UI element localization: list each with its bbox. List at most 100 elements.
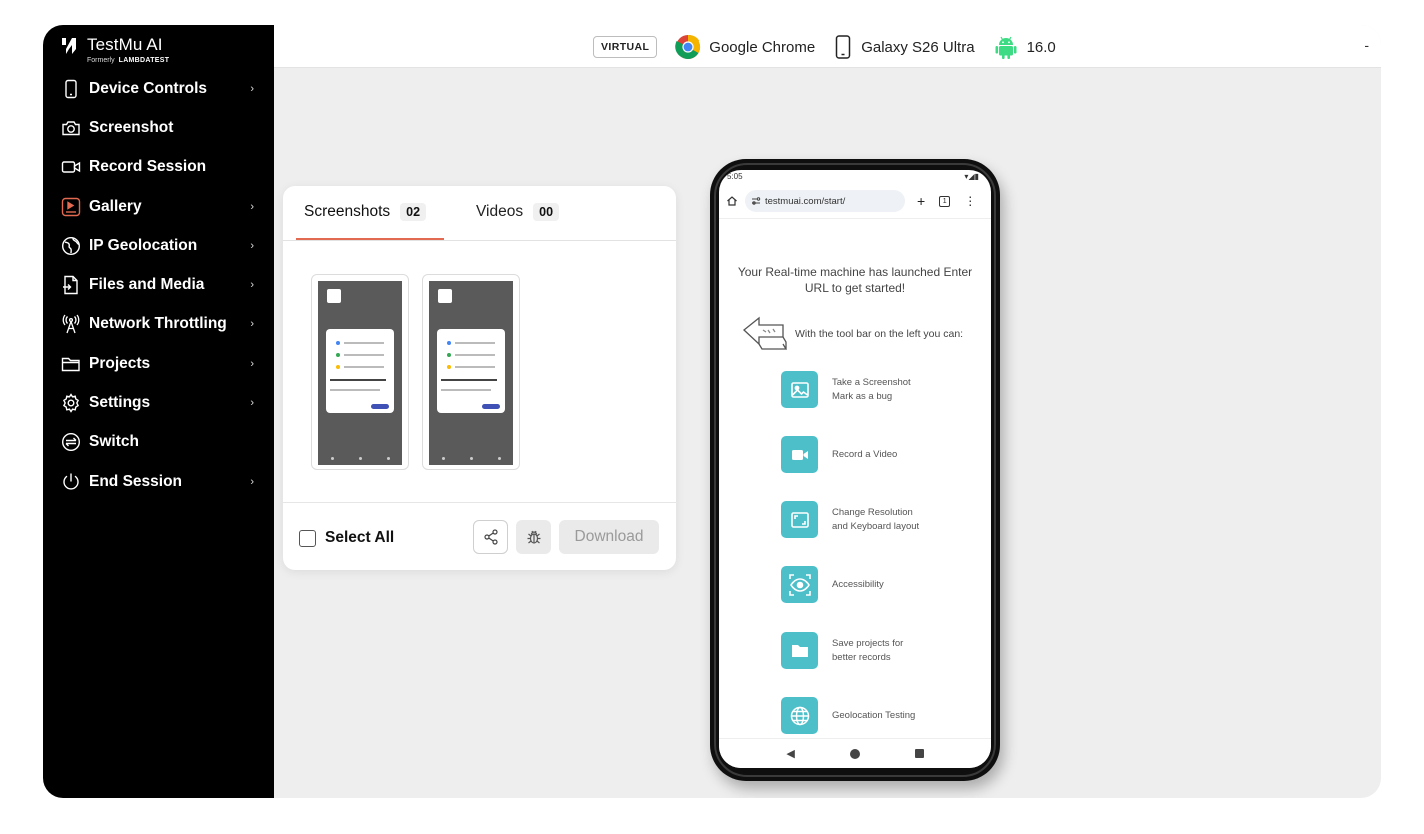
- feature-line: Take a Screenshot: [832, 376, 911, 388]
- top-bar: VIRTUAL Google Chrome Galaxy S26 Ultra 1…: [274, 25, 1381, 68]
- sidebar-item-label: Device Controls: [89, 79, 208, 97]
- sidebar-item-projects[interactable]: Projects ›: [43, 344, 274, 383]
- gallery-panel: Screenshots 02 Videos 00 Select All Down…: [283, 186, 676, 570]
- feature-line: Record a Video: [832, 448, 898, 460]
- status-time: 5:05: [727, 172, 743, 181]
- eye-icon: [781, 566, 818, 603]
- tab-label: Videos: [476, 203, 524, 220]
- sidebar-item-device-controls[interactable]: Device Controls ›: [43, 69, 274, 108]
- active-tab-indicator: [296, 238, 444, 240]
- url-text: testmuai.com/start/: [765, 195, 846, 207]
- formerly-brand: LAMBDATEST: [118, 57, 170, 64]
- sidebar-item-label: Gallery: [89, 197, 142, 215]
- divider: [719, 218, 991, 219]
- brand: TestMu AI Formerly LAMBDATEST: [61, 35, 169, 64]
- tab-screenshots[interactable]: Screenshots 02: [304, 203, 427, 221]
- screenshot-thumbnail[interactable]: [422, 274, 520, 470]
- share-button[interactable]: [473, 520, 508, 554]
- checkbox[interactable]: [299, 529, 316, 547]
- folder-icon: [781, 632, 818, 669]
- dot-icon: [447, 353, 451, 357]
- sidebar-item-label: Projects: [89, 354, 151, 372]
- download-button[interactable]: Download: [559, 520, 659, 554]
- device-screen[interactable]: 5:05 ▾◢▮ testmuai.com/start/ + 1 ⋮ Your …: [719, 170, 991, 768]
- chevron-right-icon: ›: [250, 357, 254, 370]
- sidebar-nav: Device Controls › Screenshot Record Sess…: [43, 69, 274, 501]
- sidebar-item-label: Record Session: [89, 158, 207, 176]
- video-camera-icon: [61, 157, 81, 177]
- line: [344, 342, 384, 344]
- device-name: Galaxy S26 Ultra: [861, 38, 975, 56]
- tab-count: 00: [533, 203, 560, 221]
- feature-accessibility: Accessibility: [781, 566, 884, 603]
- thumbnail-image: [318, 281, 402, 465]
- home-button-icon[interactable]: [849, 748, 860, 759]
- sidebar-item-network-throttling[interactable]: Network Throttling ›: [43, 305, 274, 344]
- line: [455, 354, 495, 356]
- launch-message: Your Real-time machine has launched Ente…: [737, 265, 973, 295]
- select-all-label: Select All: [325, 529, 395, 546]
- feature-geolocation: Geolocation Testing: [781, 697, 915, 734]
- dot-icon: [336, 341, 340, 345]
- thumbnail-checkbox[interactable]: [438, 289, 452, 303]
- sidebar-item-record-session[interactable]: Record Session: [43, 148, 274, 187]
- sidebar-item-gallery[interactable]: Gallery ›: [43, 187, 274, 226]
- globe-icon: [61, 236, 81, 256]
- new-tab-icon[interactable]: +: [917, 193, 925, 209]
- minimize-button[interactable]: -: [1364, 37, 1369, 53]
- sidebar-item-label: Files and Media: [89, 276, 205, 294]
- select-all-checkbox[interactable]: Select All: [299, 529, 394, 547]
- more-options-icon[interactable]: ⋮: [964, 194, 976, 208]
- tab-switcher-icon[interactable]: 1: [939, 195, 951, 207]
- feature-line: Mark as a bug: [832, 390, 893, 402]
- recents-icon[interactable]: [914, 749, 924, 758]
- bug-icon: [527, 530, 540, 544]
- tab-count: 02: [400, 203, 427, 221]
- camera-icon: [61, 118, 81, 138]
- sidebar-item-end-session[interactable]: End Session ›: [43, 462, 274, 501]
- feature-line: Save projects for: [832, 637, 904, 649]
- chevron-right-icon: ›: [250, 318, 254, 331]
- share-icon: [483, 529, 498, 545]
- thumbnail-checkbox[interactable]: [327, 289, 341, 303]
- sidebar-item-label: IP Geolocation: [89, 236, 198, 254]
- screenshot-thumbnail[interactable]: [311, 274, 409, 470]
- line: [344, 354, 384, 356]
- sidebar-item-screenshot[interactable]: Screenshot: [43, 108, 274, 147]
- feature-line: Change Resolution: [832, 506, 913, 518]
- sidebar: TestMu AI Formerly LAMBDATEST Device Con…: [43, 25, 274, 798]
- browser-name: Google Chrome: [709, 38, 816, 56]
- thumbnail-image: [429, 281, 513, 465]
- feature-text: Save projects for better records: [832, 637, 903, 665]
- sidebar-item-settings[interactable]: Settings ›: [43, 383, 274, 422]
- sidebar-item-files-and-media[interactable]: Files and Media ›: [43, 265, 274, 304]
- app-frame: TestMu AI Formerly LAMBDATEST Device Con…: [43, 25, 1381, 798]
- chevron-right-icon: ›: [250, 200, 254, 213]
- gear-icon: [61, 393, 81, 413]
- report-bug-button[interactable]: [516, 520, 551, 554]
- dot-icon: [447, 341, 451, 345]
- chevron-right-icon: ›: [250, 475, 254, 488]
- thumbnail-button: [371, 404, 389, 409]
- sidebar-item-label: Network Throttling: [89, 315, 227, 333]
- sidebar-item-label: Switch: [89, 433, 139, 451]
- feature-line: better records: [832, 651, 891, 663]
- device-info: Galaxy S26 Ultra: [833, 35, 975, 59]
- line: [455, 342, 495, 344]
- feature-line: and Keyboard layout: [832, 520, 920, 532]
- video-icon: [781, 436, 818, 473]
- gallery-tabs: Screenshots 02 Videos 00: [283, 186, 676, 241]
- sidebar-item-ip-geolocation[interactable]: IP Geolocation ›: [43, 226, 274, 265]
- tab-videos[interactable]: Videos 00: [476, 203, 560, 221]
- sidebar-item-label: Screenshot: [89, 118, 174, 136]
- mobile-device-icon: [835, 35, 851, 59]
- feature-change-resolution: Change Resolution and Keyboard layout: [781, 501, 919, 538]
- feature-text: Accessibility: [832, 578, 884, 592]
- address-bar[interactable]: testmuai.com/start/: [745, 190, 905, 212]
- sidebar-item-switch[interactable]: Switch: [43, 423, 274, 462]
- home-icon[interactable]: [719, 195, 745, 207]
- browser-toolbar: testmuai.com/start/ + 1 ⋮: [719, 186, 991, 216]
- browser-actions: + 1 ⋮: [917, 193, 976, 209]
- android-icon: [995, 36, 1017, 59]
- back-icon[interactable]: ◀: [786, 747, 794, 760]
